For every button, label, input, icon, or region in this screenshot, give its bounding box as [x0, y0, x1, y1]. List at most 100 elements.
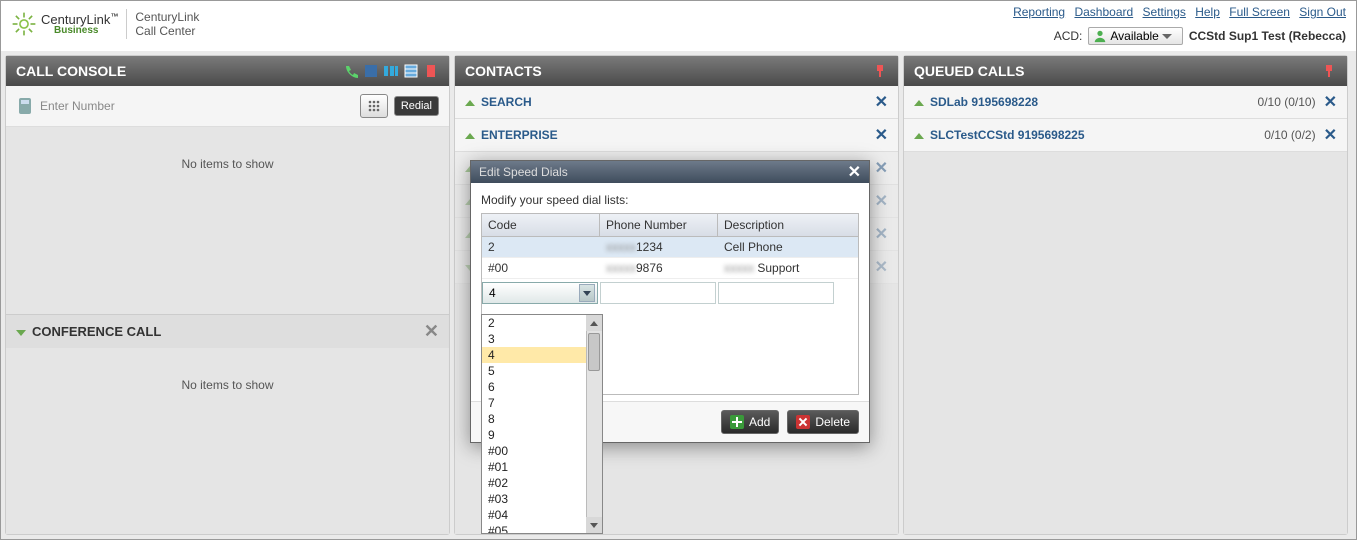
queued-title: QUEUED CALLS	[914, 63, 1024, 79]
contacts-header: CONTACTS	[455, 56, 898, 86]
desc-input[interactable]	[718, 282, 834, 304]
dropdown-option[interactable]: 3	[482, 331, 586, 347]
expand-icon	[914, 100, 924, 106]
acd-status-text: Available	[1110, 29, 1158, 43]
dropdown-option[interactable]: #00	[482, 443, 586, 459]
scroll-thumb[interactable]	[588, 333, 600, 371]
dropdown-option[interactable]: #05	[482, 523, 586, 534]
blurred-text: xxxxx	[724, 261, 754, 275]
scroll-up-icon[interactable]	[586, 315, 602, 331]
contacts-search-row[interactable]: SEARCH ✕	[455, 86, 898, 119]
filter-icon[interactable]	[872, 63, 888, 79]
link-settings[interactable]: Settings	[1143, 5, 1186, 19]
queue-row-1[interactable]: SDLab 9195698228 0/10 (0/10)✕	[904, 86, 1347, 119]
contacts-enterprise-row[interactable]: ENTERPRISE ✕	[455, 119, 898, 152]
filter-icon[interactable]	[1321, 63, 1337, 79]
cell-phone: xxxxx1234	[600, 237, 718, 257]
dialpad-icon	[367, 99, 381, 113]
dropdown-option[interactable]: 2	[482, 315, 586, 331]
delete-label: Delete	[815, 415, 850, 429]
acd-label: ACD:	[1054, 29, 1083, 43]
top-bar: CenturyLink™ Business CenturyLink Call C…	[1, 1, 1356, 51]
autoanswer-icon[interactable]	[343, 63, 359, 79]
acd-status-select[interactable]: Available	[1088, 27, 1182, 45]
phone-suffix: 1234	[636, 240, 663, 254]
conference-title: CONFERENCE CALL	[32, 324, 161, 339]
close-icon[interactable]: ✕	[1324, 92, 1337, 112]
scroll-down-icon[interactable]	[586, 517, 602, 533]
close-icon[interactable]: ✕	[875, 191, 888, 211]
dropdown-option[interactable]: 6	[482, 379, 586, 395]
grid-row[interactable]: #00 xxxxx9876 xxxxx Support	[482, 258, 858, 279]
link-help[interactable]: Help	[1195, 5, 1220, 19]
logo-area: CenturyLink™ Business CenturyLink Call C…	[11, 9, 199, 39]
dialog-instruction: Modify your speed dial lists:	[481, 193, 859, 207]
dial-row: Enter Number Redial	[6, 86, 449, 127]
col-code[interactable]: Code	[482, 214, 600, 236]
cell-code: 2	[482, 237, 600, 257]
dropdown-option[interactable]: 8	[482, 411, 586, 427]
top-row-status: ACD: Available CCStd Sup1 Test (Rebecca)	[1054, 27, 1346, 45]
conference-empty-msg: No items to show	[6, 348, 449, 422]
phone-input[interactable]	[600, 282, 716, 304]
dialpad-button[interactable]	[360, 94, 388, 118]
close-icon[interactable]: ✕	[875, 92, 888, 112]
redial-button[interactable]: Redial	[394, 96, 439, 116]
dropdown-option[interactable]: 4	[482, 347, 586, 363]
col-desc[interactable]: Description	[718, 214, 836, 236]
call-console-header: CALL CONSOLE	[6, 56, 449, 86]
close-icon[interactable]: ✕	[1324, 125, 1337, 145]
contacts-title: CONTACTS	[465, 63, 542, 79]
scrollbar[interactable]	[586, 315, 602, 533]
history-icon[interactable]	[403, 63, 419, 79]
phone-suffix: 9876	[636, 261, 663, 275]
grid-header: Code Phone Number Description	[482, 214, 858, 237]
dialog-titlebar[interactable]: Edit Speed Dials ✕	[471, 161, 869, 183]
close-icon[interactable]: ✕	[875, 158, 888, 178]
link-signout[interactable]: Sign Out	[1299, 5, 1346, 19]
conference-header[interactable]: CONFERENCE CALL ✕	[6, 314, 449, 348]
chevron-down-icon	[579, 284, 595, 302]
top-links: Reporting Dashboard Settings Help Full S…	[1007, 5, 1346, 19]
dialog-title: Edit Speed Dials	[479, 165, 568, 179]
close-icon[interactable]: ✕	[875, 125, 888, 145]
user-name: CCStd Sup1 Test (Rebecca)	[1189, 29, 1346, 43]
link-fullscreen[interactable]: Full Screen	[1229, 5, 1290, 19]
desc-text: Support	[757, 261, 799, 275]
queue-count: 0/10 (0/10)	[1258, 95, 1316, 109]
code-dropdown[interactable]: 2 3 4 5 6 7 8 9 #00 #01 #02 #03 #04 #05	[481, 314, 603, 534]
grid-row[interactable]: 2 xxxxx1234 Cell Phone	[482, 237, 858, 258]
product-line2: Call Center	[135, 24, 199, 38]
link-reporting[interactable]: Reporting	[1013, 5, 1065, 19]
trace-icon[interactable]	[423, 63, 439, 79]
dropdown-option[interactable]: 7	[482, 395, 586, 411]
transfer-icon[interactable]	[383, 63, 399, 79]
close-icon[interactable]: ✕	[424, 321, 439, 342]
code-select[interactable]: 4	[482, 282, 598, 304]
close-icon[interactable]: ✕	[875, 224, 888, 244]
queue-row-2[interactable]: SLCTestCCStd 9195698225 0/10 (0/2)✕	[904, 119, 1347, 152]
grid-input-row: 4	[482, 279, 858, 304]
expand-icon	[465, 133, 475, 139]
logo-divider	[126, 9, 127, 39]
link-dashboard[interactable]: Dashboard	[1074, 5, 1133, 19]
col-phone[interactable]: Phone Number	[600, 214, 718, 236]
expand-icon	[914, 133, 924, 139]
dropdown-option[interactable]: #04	[482, 507, 586, 523]
dropdown-option[interactable]: 9	[482, 427, 586, 443]
add-button[interactable]: Add	[721, 410, 779, 434]
close-icon[interactable]: ✕	[875, 257, 888, 277]
add-label: Add	[749, 415, 770, 429]
cell-desc: Cell Phone	[718, 237, 836, 257]
dropdown-option[interactable]: #01	[482, 459, 586, 475]
queued-panel: QUEUED CALLS SDLab 9195698228 0/10 (0/10…	[903, 55, 1348, 535]
blurred-text: xxxxx	[606, 240, 636, 254]
dropdown-option[interactable]: #02	[482, 475, 586, 491]
enter-number-input[interactable]: Enter Number	[40, 99, 354, 113]
dropdown-option[interactable]: 5	[482, 363, 586, 379]
dropdown-option[interactable]: #03	[482, 491, 586, 507]
close-icon[interactable]: ✕	[848, 162, 861, 182]
queued-filler	[904, 152, 1347, 534]
callwaiting-icon[interactable]	[363, 63, 379, 79]
delete-button[interactable]: Delete	[787, 410, 859, 434]
